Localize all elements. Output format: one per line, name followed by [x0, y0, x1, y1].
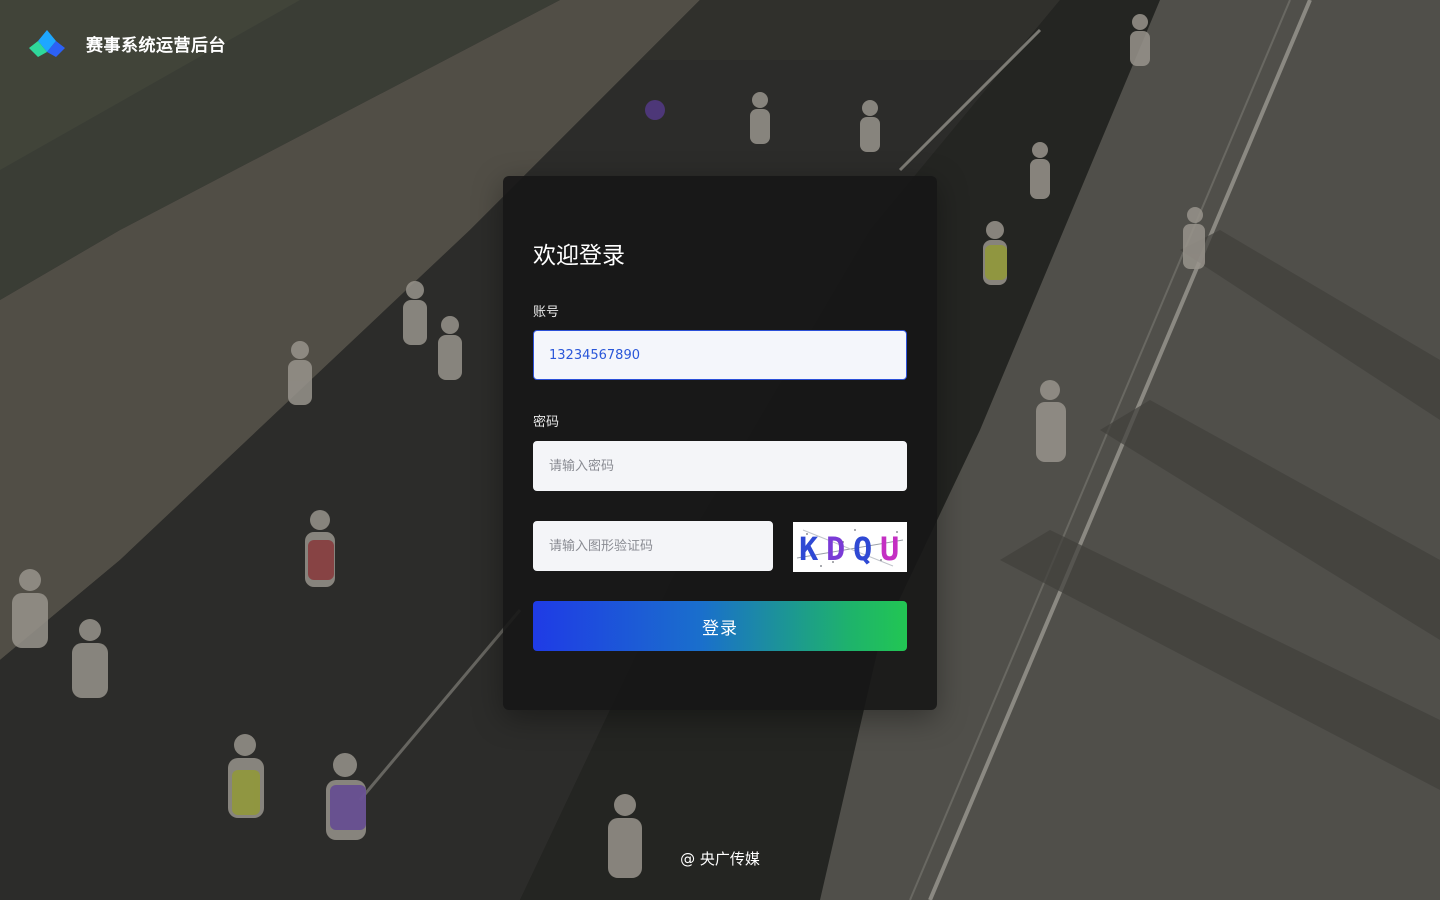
- account-input[interactable]: [533, 330, 907, 380]
- account-label: 账号: [533, 305, 560, 320]
- login-heading: 欢迎登录: [533, 243, 625, 269]
- svg-text:K: K: [799, 530, 819, 568]
- footer-copyright: @ 央广传媒: [680, 850, 760, 868]
- password-input[interactable]: [533, 441, 907, 491]
- captcha-image[interactable]: K D Q U: [793, 522, 907, 572]
- captcha-last-char: U: [880, 530, 899, 568]
- app-header: 赛事系统运营后台: [28, 28, 226, 58]
- svg-text:D: D: [826, 530, 845, 568]
- login-button[interactable]: 登录: [533, 601, 907, 651]
- svg-text:Q: Q: [853, 530, 872, 568]
- captcha-graphic: K D Q U: [793, 522, 907, 572]
- app-title: 赛事系统运营后台: [86, 35, 226, 56]
- captcha-input[interactable]: [533, 521, 773, 571]
- diamond-logo-icon: [29, 30, 65, 57]
- login-card: 欢迎登录 账号 密码 K D Q U 登录: [503, 176, 937, 710]
- password-label: 密码: [533, 415, 560, 430]
